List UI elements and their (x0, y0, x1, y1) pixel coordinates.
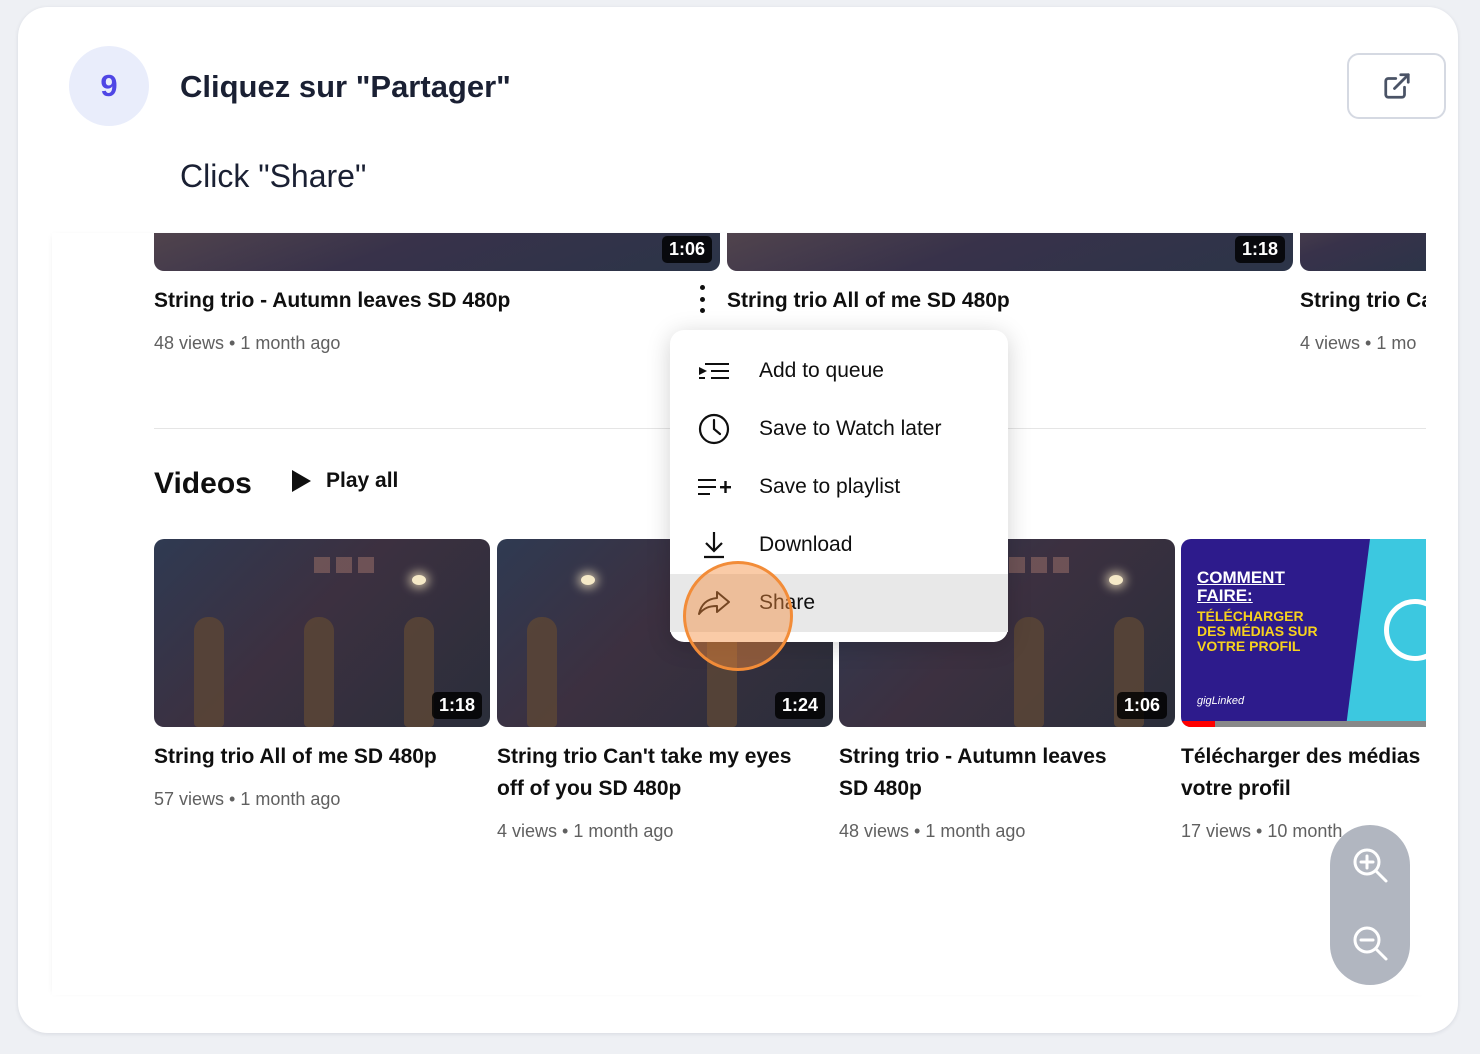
menu-item-add-to-queue[interactable]: Add to queue (670, 342, 1008, 400)
video-meta: 48 views • 1 month ago (154, 333, 341, 353)
click-highlight (683, 561, 793, 671)
video-duration: 1:06 (1116, 692, 1167, 719)
section-title: Videos (154, 467, 252, 500)
video-title[interactable]: String trio Ca (1300, 285, 1426, 317)
menu-item-label: Add to queue (759, 359, 884, 382)
promo-brand: gigLinked (1197, 695, 1245, 707)
video-thumbnail[interactable] (1300, 233, 1426, 271)
video-meta: 4 views • 1 month ago (497, 821, 674, 841)
download-icon (696, 527, 732, 563)
video-thumbnail[interactable]: 1:18 (727, 233, 1293, 271)
menu-item-label: Save to Watch later (759, 417, 942, 440)
playlist-add-icon (696, 469, 732, 505)
menu-item-label: Save to playlist (759, 475, 901, 498)
video-title[interactable]: String trio All of me SD 480p (727, 285, 1010, 317)
watch-progress-fill (1181, 721, 1216, 727)
zoom-controls (1330, 825, 1410, 985)
video-title[interactable]: String trio Can't take my eyes off of you… (497, 741, 791, 805)
zoom-out-icon (1353, 926, 1388, 961)
more-actions-icon[interactable] (698, 285, 706, 313)
promo-subheading: TÉLÉCHARGER DES MÉDIAS SUR VOTRE PROFIL (1197, 608, 1318, 654)
video-duration: 1:18 (1234, 236, 1285, 263)
promo-heading: COMMENT FAIRE: (1197, 568, 1285, 605)
video-thumbnail[interactable]: COMMENT FAIRE: TÉLÉCHARGER DES MÉDIAS SUR V… (1181, 539, 1426, 727)
zoom-out-button[interactable] (1346, 919, 1394, 967)
screenshot-panel: 1:06 1:18 String trio - Autumn leaves SD… (52, 233, 1426, 995)
video-title[interactable]: Télécharger des médias votre profil (1181, 741, 1420, 805)
video-meta: 57 views • 1 month ago (154, 789, 341, 809)
step-instruction: Click "Share" (180, 158, 367, 194)
external-link-icon (1383, 73, 1410, 99)
menu-item-save-to-playlist[interactable]: Save to playlist (670, 458, 1008, 516)
step-title: Cliquez sur "Partager" (180, 69, 511, 104)
play-all-label: Play all (326, 469, 399, 492)
play-icon (292, 470, 311, 492)
add-to-queue-icon (696, 353, 732, 389)
video-duration: 1:24 (774, 692, 825, 719)
video-duration: 1:18 (431, 692, 482, 719)
clock-icon (696, 411, 732, 447)
video-meta: 17 views • 10 month (1181, 821, 1343, 841)
video-duration: 1:06 (661, 236, 712, 263)
menu-item-label: Download (759, 533, 853, 556)
open-external-button[interactable] (1347, 53, 1446, 119)
video-meta: 4 views • 1 mo (1300, 333, 1417, 353)
video-title[interactable]: String trio - Autumn leaves SD 480p (839, 741, 1107, 805)
video-meta: 48 views • 1 month ago (839, 821, 1026, 841)
zoom-in-icon (1353, 848, 1388, 883)
video-thumbnail[interactable]: 1:06 (154, 233, 720, 271)
video-title[interactable]: String trio - Autumn leaves SD 480p (154, 285, 510, 317)
video-title[interactable]: String trio All of me SD 480p (154, 741, 437, 773)
watch-progress-bar (1181, 721, 1426, 727)
step-number-badge: 9 (69, 46, 149, 126)
play-all-button[interactable]: Play all (290, 469, 398, 493)
video-thumbnail[interactable]: 1:18 (154, 539, 490, 727)
menu-item-watch-later[interactable]: Save to Watch later (670, 400, 1008, 458)
zoom-in-button[interactable] (1346, 841, 1394, 889)
